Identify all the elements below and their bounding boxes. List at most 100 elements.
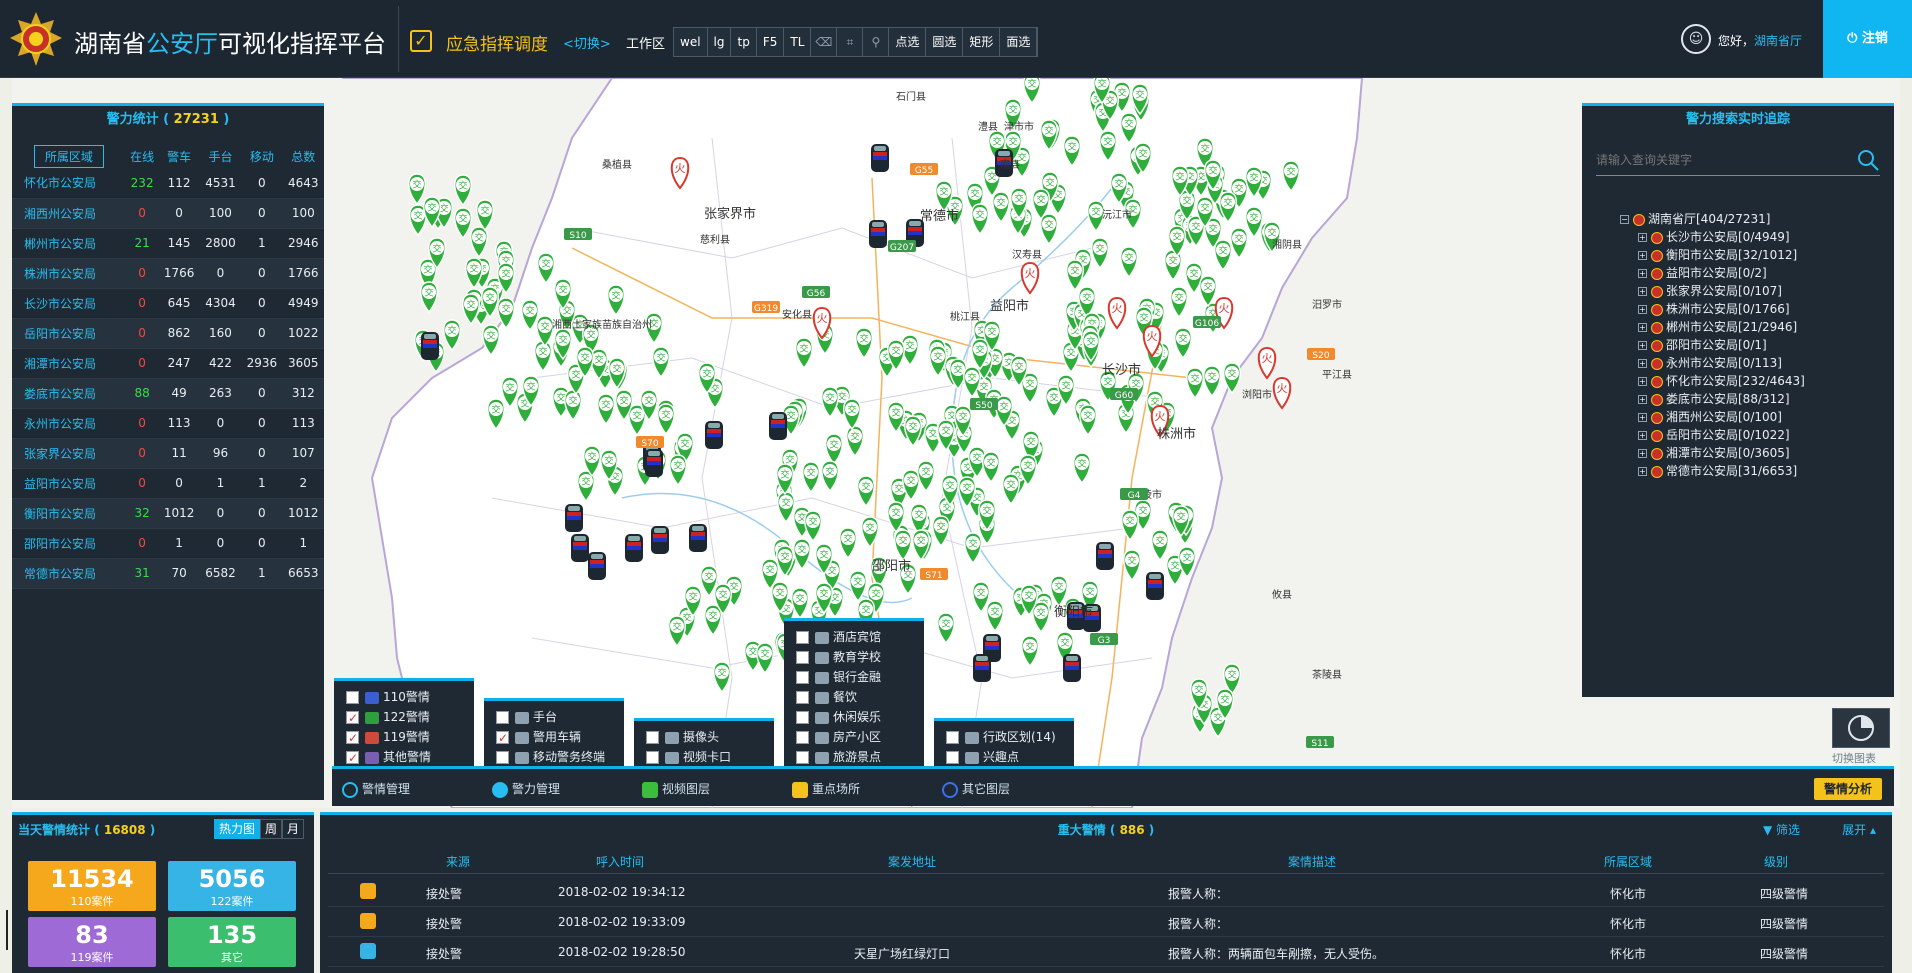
layer-option[interactable]: 摄像头	[646, 727, 774, 747]
bureau-name[interactable]: 长沙市公安局	[12, 288, 126, 319]
layer-checkbox[interactable]	[346, 691, 359, 704]
tab-video-layer[interactable]: 视频图层	[642, 769, 710, 809]
eraser-icon[interactable]: ⌫	[811, 28, 838, 56]
bureau-name[interactable]: 株洲市公安局	[12, 258, 126, 289]
tree-node[interactable]: + 娄底市公安局[88/312]	[1638, 390, 1894, 408]
police-car-icon[interactable]	[869, 220, 887, 248]
police-car-icon[interactable]	[588, 552, 606, 580]
layer-option[interactable]: 休闲娱乐	[796, 707, 924, 727]
layer-checkbox[interactable]	[346, 728, 359, 748]
filter-button[interactable]: ▼ 筛选	[1763, 821, 1800, 838]
traffic-pin-icon[interactable]	[420, 281, 438, 313]
tool-lg-button[interactable]: lg	[708, 28, 732, 56]
police-car-icon[interactable]	[689, 524, 707, 552]
layer-checkbox[interactable]	[496, 711, 509, 724]
fire-pin-icon[interactable]	[1272, 377, 1292, 409]
tree-node[interactable]: + 永州市公安局[0/113]	[1638, 354, 1894, 372]
layer-checkbox[interactable]	[646, 751, 659, 764]
tree-node[interactable]: + 衡阳市公安局[32/1012]	[1638, 246, 1894, 264]
tree-node[interactable]: + 株洲市公安局[0/1766]	[1638, 300, 1894, 318]
layer-option[interactable]: 122警情	[346, 707, 474, 728]
bureau-name[interactable]: 常德市公安局	[12, 558, 126, 589]
expand-icon[interactable]: +	[1638, 287, 1647, 296]
layer-option[interactable]: 旅游景点	[796, 747, 924, 767]
expand-icon[interactable]: +	[1638, 323, 1647, 332]
layer-checkbox[interactable]	[346, 748, 359, 768]
traffic-pin-icon[interactable]	[454, 174, 472, 206]
switch-mode-link[interactable]: <切换>	[563, 33, 611, 52]
layer-checkbox[interactable]	[796, 731, 809, 744]
expand-icon[interactable]: +	[1638, 467, 1647, 476]
point-select-button[interactable]: 点选	[889, 28, 927, 56]
tree-node[interactable]: + 怀化市公安局[232/4643]	[1638, 372, 1894, 390]
crop-icon[interactable]: ⌗	[837, 28, 864, 56]
bureau-name[interactable]: 湘潭市公安局	[12, 348, 126, 379]
expand-icon[interactable]: +	[1638, 305, 1647, 314]
layer-checkbox[interactable]	[946, 731, 959, 744]
layer-option[interactable]: 行政区划(14)	[946, 727, 1074, 747]
layer-option[interactable]: 教育学校	[796, 647, 924, 667]
police-car-icon[interactable]	[769, 412, 787, 440]
tree-node[interactable]: + 湘西州公安局[0/100]	[1638, 408, 1894, 426]
stats-row[interactable]: 娄底市公安局 88 49 263 0 312	[12, 378, 324, 409]
search-input[interactable]	[1596, 146, 1836, 174]
layer-option[interactable]: 银行金融	[796, 667, 924, 687]
traffic-pin-icon[interactable]	[470, 226, 488, 258]
layer-option[interactable]: 视频卡口	[646, 747, 774, 767]
police-car-icon[interactable]	[421, 332, 439, 360]
bureau-name[interactable]: 怀化市公安局	[12, 168, 126, 199]
card-119[interactable]: 83 119案件	[28, 917, 156, 967]
bureau-name[interactable]: 岳阳市公安局	[12, 318, 126, 349]
search-icon[interactable]	[1856, 148, 1880, 172]
layer-checkbox[interactable]	[496, 751, 509, 764]
pie-chart-toggle-button[interactable]	[1832, 708, 1890, 748]
traffic-pin-icon[interactable]	[443, 319, 461, 351]
tool-wel-button[interactable]: wel	[674, 28, 708, 56]
stats-row[interactable]: 岳阳市公安局 0 862 160 0 1022	[12, 318, 324, 349]
layer-checkbox[interactable]	[646, 731, 659, 744]
stats-row[interactable]: 衡阳市公安局 32 1012 0 0 1012	[12, 498, 324, 529]
stats-row[interactable]: 永州市公安局 0 113 0 0 113	[12, 408, 324, 439]
expand-button[interactable]: 展开 ▴	[1842, 821, 1876, 838]
expand-icon[interactable]: +	[1638, 233, 1647, 242]
layer-checkbox[interactable]	[796, 631, 809, 644]
polygon-select-button[interactable]: 面选	[1000, 28, 1038, 56]
tab-month[interactable]: 月	[281, 819, 304, 839]
police-car-icon[interactable]	[1096, 542, 1114, 570]
expand-icon[interactable]: +	[1638, 395, 1647, 404]
traffic-pin-icon[interactable]	[454, 207, 472, 239]
fire-pin-icon[interactable]	[1257, 347, 1277, 379]
layer-option[interactable]: 兴趣点	[946, 747, 1074, 767]
collapse-icon[interactable]: −	[1620, 215, 1629, 224]
bureau-name[interactable]: 衡阳市公安局	[12, 498, 126, 529]
area-header-label[interactable]: 所属区域	[33, 144, 104, 168]
bureau-name[interactable]: 益阳市公安局	[12, 468, 126, 499]
tree-node[interactable]: + 郴州市公安局[21/2946]	[1638, 318, 1894, 336]
bureau-name[interactable]: 邵阳市公安局	[12, 528, 126, 559]
card-other[interactable]: 135 其它	[168, 917, 296, 967]
layer-checkbox[interactable]	[496, 728, 509, 748]
tool-tp-button[interactable]: tp	[731, 28, 757, 56]
layer-checkbox[interactable]	[796, 671, 809, 684]
expand-icon[interactable]: +	[1638, 269, 1647, 278]
stats-row[interactable]: 株洲市公安局 0 1766 0 0 1766	[12, 258, 324, 289]
layer-option[interactable]: 警用车辆	[496, 727, 624, 748]
tree-node[interactable]: + 张家界公安局[0/107]	[1638, 282, 1894, 300]
police-car-icon[interactable]	[1146, 572, 1164, 600]
layer-option[interactable]: 119警情	[346, 727, 474, 748]
stats-row[interactable]: 张家界公安局 0 11 96 0 107	[12, 438, 324, 469]
police-car-icon[interactable]	[571, 534, 589, 562]
stats-row[interactable]: 湘西州公安局 0 0 100 0 100	[12, 198, 324, 229]
bureau-name[interactable]: 张家界公安局	[12, 438, 126, 469]
tab-key-places[interactable]: 重点场所	[792, 769, 860, 809]
tree-node[interactable]: + 益阳市公安局[0/2]	[1638, 264, 1894, 282]
rect-select-button[interactable]: 矩形	[963, 28, 1001, 56]
card-110[interactable]: 11534 110案件	[28, 861, 156, 911]
tab-other-layers[interactable]: 其它图层	[942, 769, 1010, 809]
bureau-name[interactable]: 郴州市公安局	[12, 228, 126, 259]
layer-option[interactable]: 餐饮	[796, 687, 924, 707]
layer-checkbox[interactable]	[796, 651, 809, 664]
police-car-icon[interactable]	[565, 504, 583, 532]
police-car-icon[interactable]	[1063, 654, 1081, 682]
layer-option[interactable]: 移动警务终端	[496, 747, 624, 767]
